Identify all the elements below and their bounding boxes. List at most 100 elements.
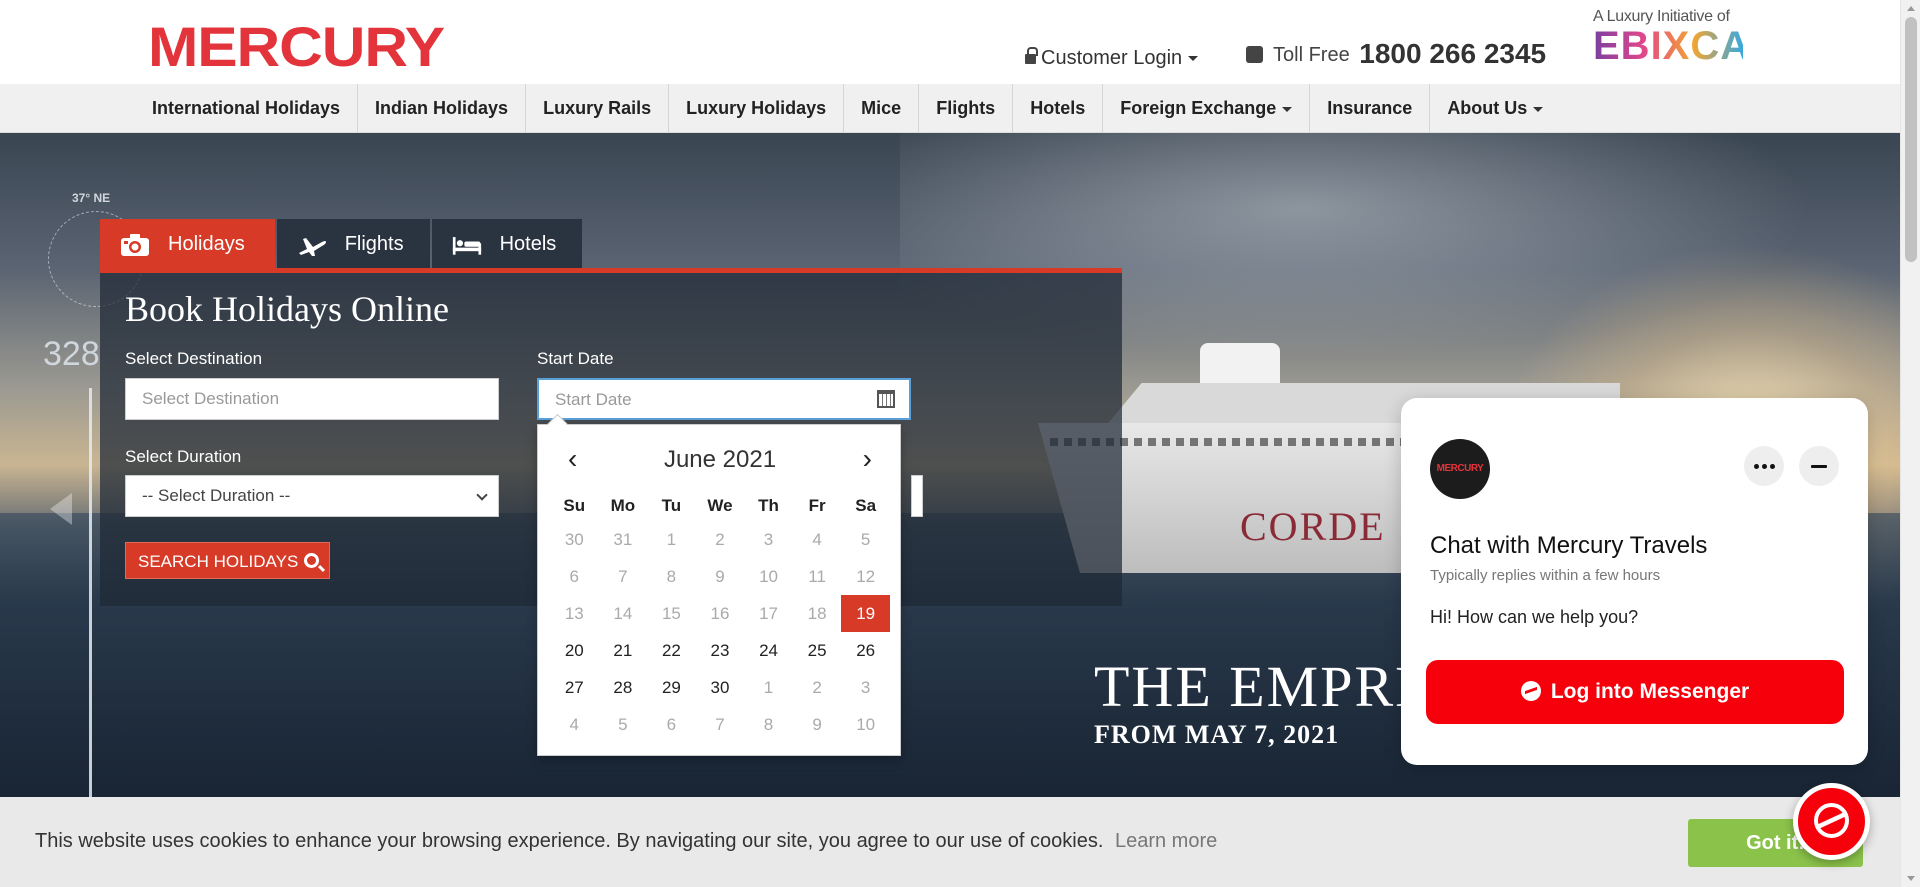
datepicker-day[interactable]: 20 xyxy=(550,632,599,669)
caret-down-icon xyxy=(1282,106,1293,112)
datepicker-day[interactable]: 27 xyxy=(550,669,599,706)
datepicker-day[interactable]: 2 xyxy=(793,669,842,706)
datepicker-day[interactable]: 10 xyxy=(841,706,890,743)
chat-greeting: Hi! How can we help you? xyxy=(1430,607,1639,627)
datepicker-day[interactable]: 30 xyxy=(696,669,745,706)
datepicker-day[interactable]: 24 xyxy=(744,632,793,669)
datepicker-day[interactable]: 8 xyxy=(647,558,696,595)
learn-more-link[interactable]: Learn more xyxy=(1115,830,1217,852)
datepicker-day[interactable]: 1 xyxy=(647,521,696,558)
nav-luxury-holidays[interactable]: Luxury Holidays xyxy=(669,84,845,133)
datepicker-day[interactable]: 16 xyxy=(696,595,745,632)
promo-subtitle: FROM MAY 7, 2021 xyxy=(1094,720,1340,749)
datepicker-day[interactable]: 14 xyxy=(599,595,648,632)
nav-about-us-label: About Us xyxy=(1447,98,1528,118)
phone-icon xyxy=(1246,46,1263,63)
datepicker-next-button[interactable]: › xyxy=(863,445,872,473)
nav-about-us[interactable]: About Us xyxy=(1430,84,1560,133)
datepicker-week-row: 27 28 29 30 1 2 3 xyxy=(550,669,890,706)
more-options-button[interactable] xyxy=(1744,446,1784,486)
more-icon-dot xyxy=(1762,464,1767,469)
datepicker-day[interactable]: 15 xyxy=(647,595,696,632)
scroll-up-arrow[interactable] xyxy=(1907,6,1915,11)
cookie-banner: This website uses cookies to enhance you… xyxy=(0,797,1900,887)
nav-hotels[interactable]: Hotels xyxy=(1013,84,1104,133)
datepicker-month-title[interactable]: June 2021 xyxy=(538,445,902,475)
nav-insurance[interactable]: Insurance xyxy=(1310,84,1431,133)
messenger-launcher-button[interactable] xyxy=(1793,783,1870,860)
datepicker-day[interactable]: 6 xyxy=(647,706,696,743)
promo-text: THE EMPRE FROM MAY 7, 2021 xyxy=(1094,653,1433,750)
start-date-input[interactable]: Start Date xyxy=(537,378,911,420)
datepicker-day[interactable]: 6 xyxy=(550,558,599,595)
tab-hotels[interactable]: Hotels xyxy=(431,219,583,270)
datepicker-day[interactable]: 26 xyxy=(841,632,890,669)
scroll-thumb[interactable] xyxy=(1905,17,1917,262)
datepicker-day[interactable]: 1 xyxy=(744,669,793,706)
datepicker-day[interactable]: 3 xyxy=(744,521,793,558)
carousel-prev-arrow[interactable] xyxy=(50,493,72,525)
minimize-button[interactable] xyxy=(1799,446,1839,486)
datepicker-day[interactable]: 3 xyxy=(841,669,890,706)
duration-label: Select Duration xyxy=(125,447,242,466)
nav-foreign-exchange[interactable]: Foreign Exchange xyxy=(1103,84,1311,133)
page-scrollbar[interactable] xyxy=(1900,0,1920,887)
datepicker-day[interactable]: 4 xyxy=(793,521,842,558)
datepicker-day[interactable]: 21 xyxy=(599,632,648,669)
tab-holidays[interactable]: Holidays xyxy=(100,219,275,270)
calendar-icon[interactable] xyxy=(877,390,895,408)
tab-flights[interactable]: Flights xyxy=(276,219,430,270)
hidden-select-edge[interactable] xyxy=(911,475,923,517)
nav-foreign-exchange-label: Foreign Exchange xyxy=(1120,98,1277,118)
destination-label: Select Destination xyxy=(125,349,263,368)
bed-icon xyxy=(452,236,481,255)
datepicker-day[interactable]: 9 xyxy=(696,558,745,595)
datepicker-day[interactable]: 10 xyxy=(744,558,793,595)
customer-login-dropdown[interactable]: Customer Login xyxy=(1025,47,1199,70)
chevron-down-icon xyxy=(476,489,488,501)
datepicker-day[interactable]: 29 xyxy=(647,669,696,706)
destination-input[interactable]: Select Destination xyxy=(125,378,499,420)
nav-international-holidays[interactable]: International Holidays xyxy=(135,84,359,133)
mercury-logo[interactable]: MERCURY xyxy=(148,14,445,79)
toll-free-number: 1800 266 2345 xyxy=(1359,38,1547,69)
datepicker-day[interactable]: 18 xyxy=(793,595,842,632)
datepicker-day[interactable]: 31 xyxy=(599,521,648,558)
datepicker-day-selected[interactable]: 19 xyxy=(841,595,890,632)
datepicker-day[interactable]: 25 xyxy=(793,632,842,669)
ebixcash-logo[interactable]: A Luxury Initiative of EBIXCASH xyxy=(1593,8,1807,69)
nav-flights[interactable]: Flights xyxy=(919,84,1014,133)
datepicker-week-row: 4 5 6 7 8 9 10 xyxy=(550,706,890,743)
datepicker-day[interactable]: 28 xyxy=(599,669,648,706)
tab-holidays-label: Holidays xyxy=(168,233,245,255)
nav-indian-holidays[interactable]: Indian Holidays xyxy=(358,84,527,133)
ship-name: CORDE xyxy=(1240,504,1386,549)
log-into-messenger-button[interactable]: Log into Messenger xyxy=(1426,660,1844,724)
datepicker-day[interactable]: 23 xyxy=(696,632,745,669)
datepicker-day[interactable]: 11 xyxy=(793,558,842,595)
datepicker-day[interactable]: 7 xyxy=(696,706,745,743)
datepicker-day[interactable]: 22 xyxy=(647,632,696,669)
datepicker-day[interactable]: 7 xyxy=(599,558,648,595)
datepicker-day[interactable]: 5 xyxy=(599,706,648,743)
search-holidays-button[interactable]: SEARCH HOLIDAYS xyxy=(125,542,331,579)
datepicker-day[interactable]: 30 xyxy=(550,521,599,558)
datepicker-day[interactable]: 9 xyxy=(793,706,842,743)
more-icon-dot xyxy=(1754,464,1759,469)
datepicker-day[interactable]: 5 xyxy=(841,521,890,558)
scroll-down-arrow[interactable] xyxy=(1907,876,1915,881)
datepicker-week-row: 13 14 15 16 17 18 19 xyxy=(550,595,890,632)
datepicker-day[interactable]: 2 xyxy=(696,521,745,558)
duration-select[interactable]: -- Select Duration -- xyxy=(125,475,499,517)
datepicker-week-row: 20 21 22 23 24 25 26 xyxy=(550,632,890,669)
datepicker-day[interactable]: 8 xyxy=(744,706,793,743)
nav-mice[interactable]: Mice xyxy=(844,84,920,133)
nav-luxury-rails[interactable]: Luxury Rails xyxy=(526,84,670,133)
datepicker-day[interactable]: 17 xyxy=(744,595,793,632)
datepicker-week-row: 6 7 8 9 10 11 12 xyxy=(550,558,890,595)
datepicker-day[interactable]: 4 xyxy=(550,706,599,743)
messenger-chat-widget: MERCURY Chat with Mercury Travels Typica… xyxy=(1401,398,1868,765)
datepicker-day[interactable]: 13 xyxy=(550,595,599,632)
hero-vertical-line xyxy=(89,388,92,808)
datepicker-day[interactable]: 12 xyxy=(841,558,890,595)
